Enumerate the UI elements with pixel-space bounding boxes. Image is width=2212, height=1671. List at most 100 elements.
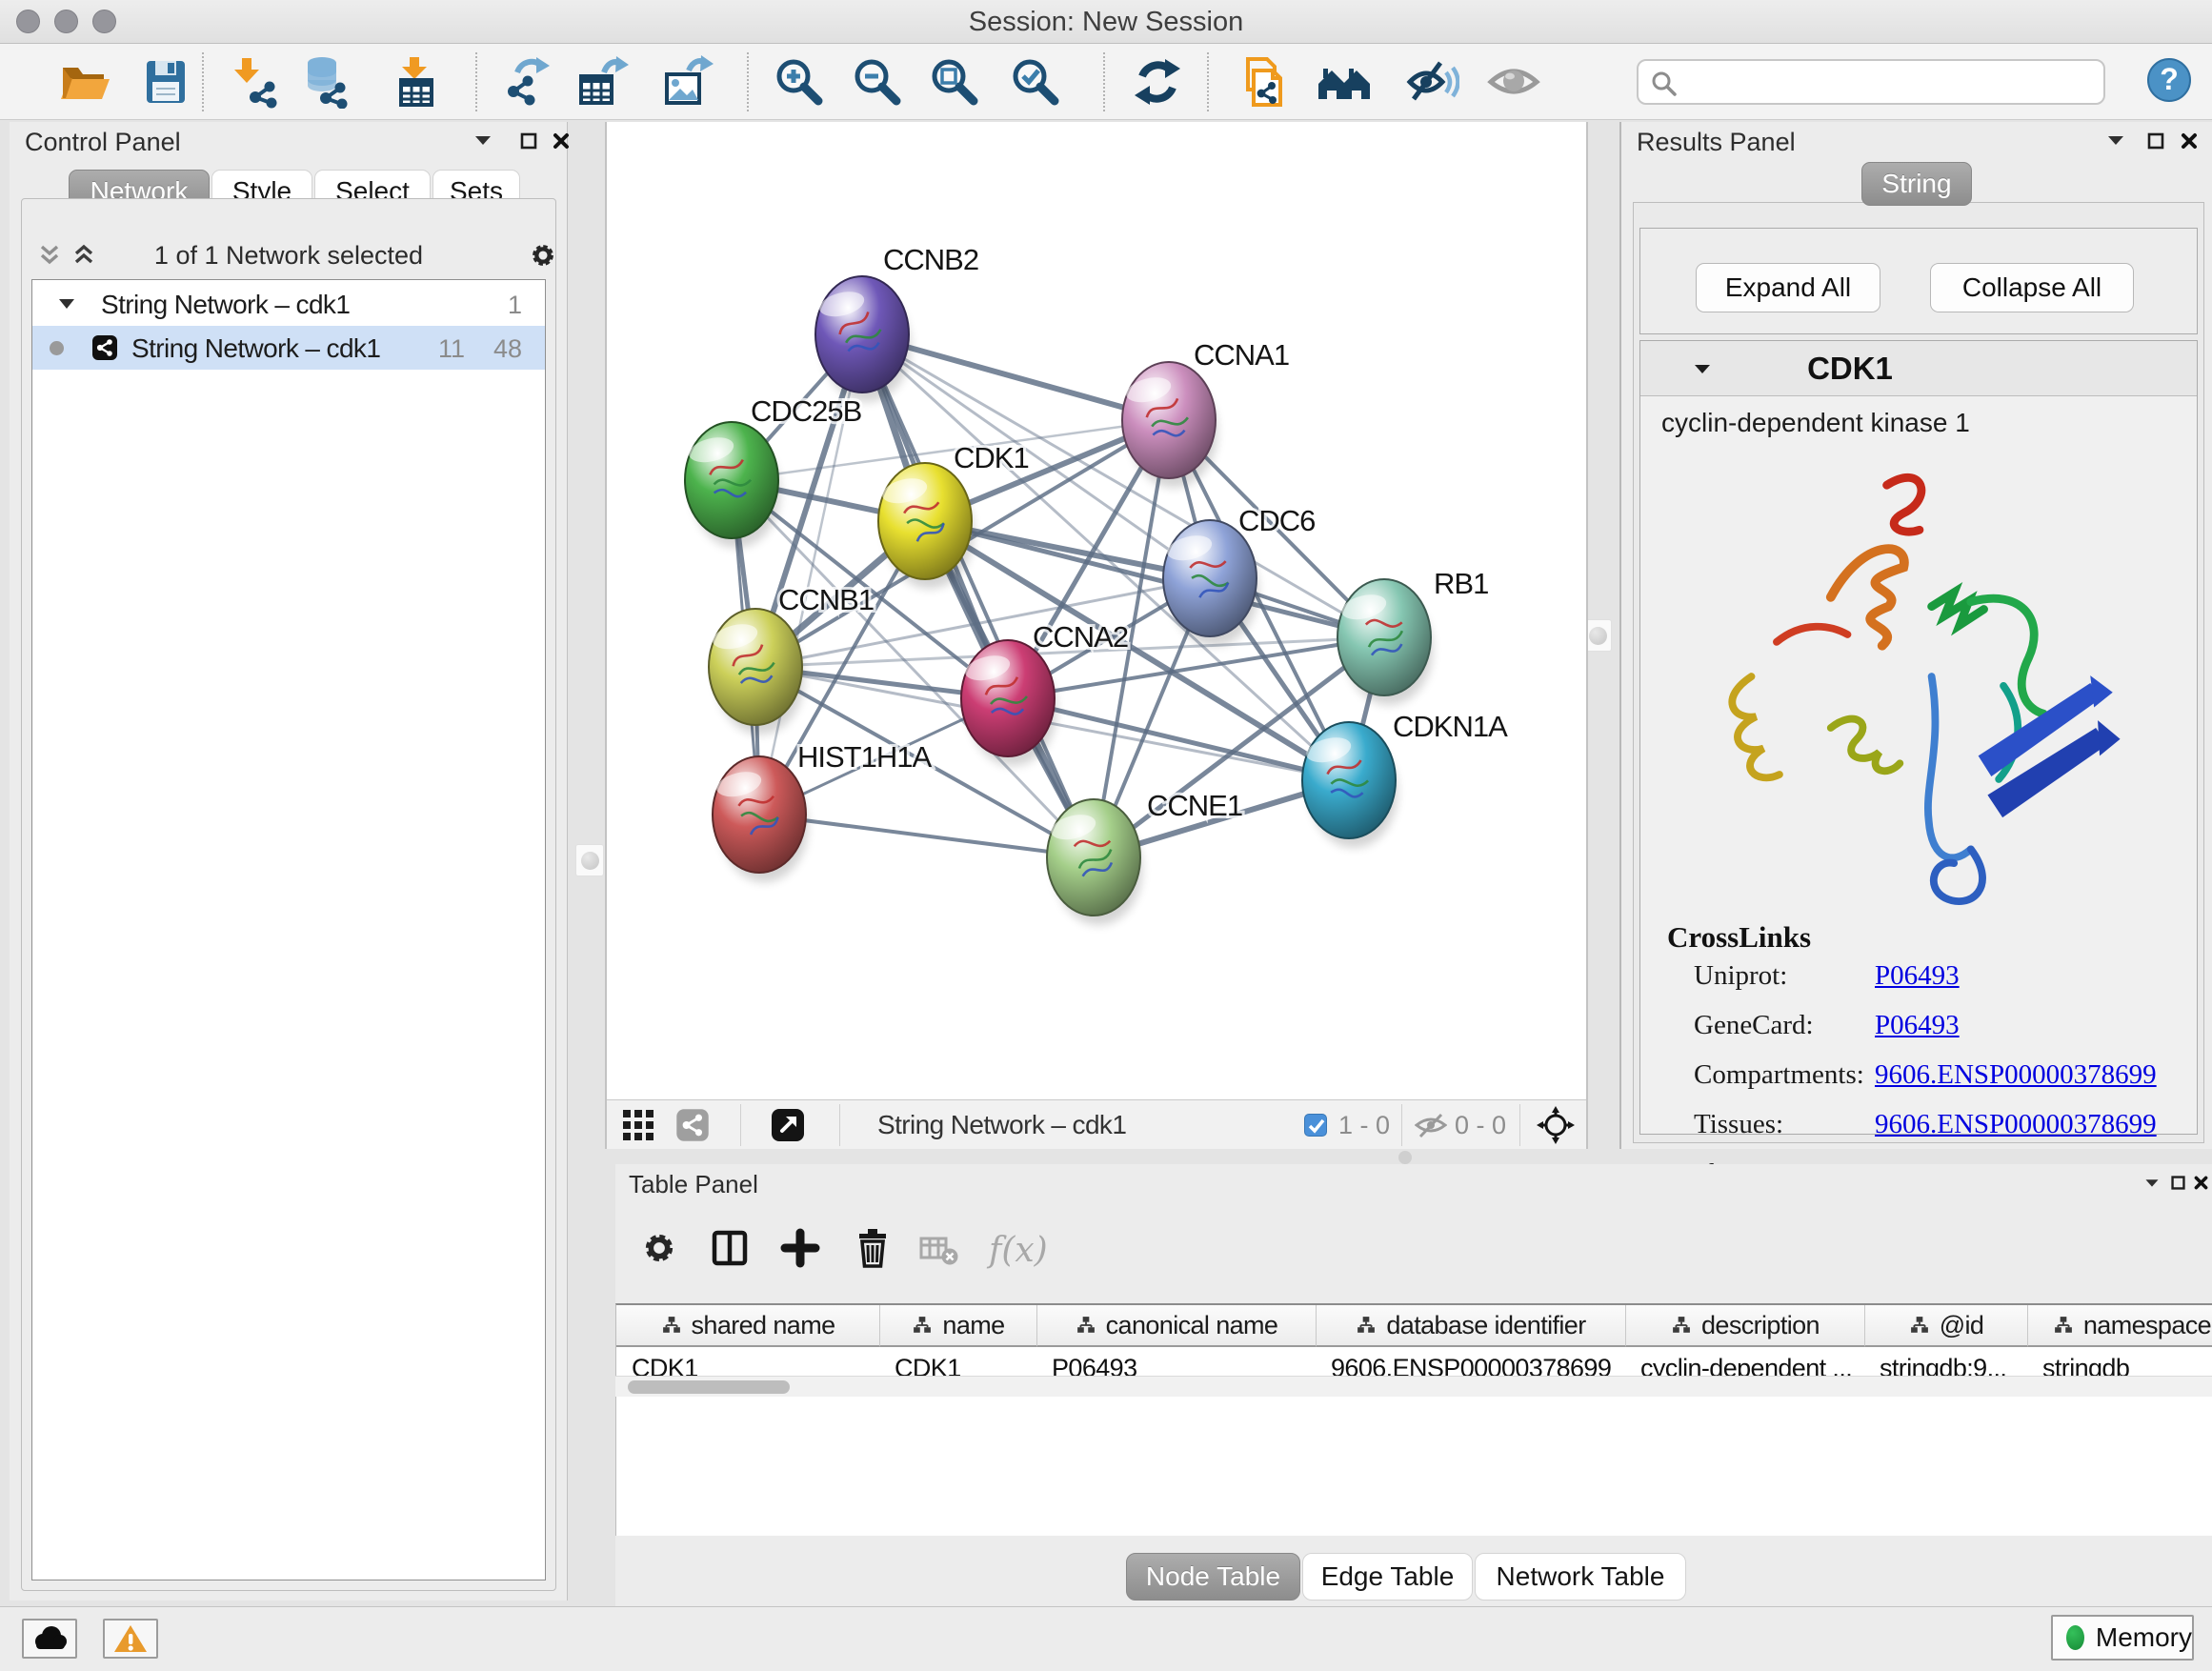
table-horizontal-scrollbar[interactable] [615, 1376, 2212, 1397]
column-header-id[interactable]: @id [1864, 1305, 2027, 1347]
open-session-icon[interactable] [58, 55, 111, 109]
network-row-label: String Network – cdk1 [131, 333, 380, 364]
toolbar-separator [475, 52, 477, 111]
search-input[interactable] [1688, 66, 2096, 98]
left-splitter-handle[interactable] [575, 844, 604, 876]
show-all-icon[interactable] [1487, 55, 1540, 109]
show-columns-icon[interactable] [709, 1227, 754, 1273]
panel-menu-icon[interactable] [2105, 131, 2126, 149]
node-label: CDK1 [954, 441, 1029, 474]
memory-button[interactable]: Memory [2051, 1615, 2194, 1661]
panel-float-icon[interactable] [2170, 1175, 2186, 1191]
export-table-icon[interactable] [575, 55, 629, 109]
zoom-fit-icon[interactable] [928, 55, 981, 109]
delete-column-trash-icon[interactable] [852, 1227, 897, 1273]
section-collapse-icon[interactable] [1692, 360, 1713, 377]
panel-menu-icon[interactable] [2143, 1176, 2161, 1190]
import-network-icon[interactable] [229, 55, 282, 109]
gene-section-header[interactable]: CDK1 [1640, 341, 2197, 396]
main-toolbar: ? [0, 44, 2212, 120]
crosslink-link[interactable]: 9606.ENSP00000378699 [1875, 1109, 2157, 1140]
new-network-from-selection-icon[interactable] [1237, 55, 1290, 109]
expand-all-button[interactable]: Expand All [1696, 263, 1880, 312]
crosslink-row: Tissues: 9606.ENSP00000378699 [1694, 1109, 2180, 1147]
detach-view-icon[interactable] [771, 1108, 805, 1142]
crosslink-link[interactable]: P06493 [1875, 1010, 1960, 1041]
column-header-namespace[interactable]: namespace [2027, 1305, 2212, 1347]
tab-network-table[interactable]: Network Table [1475, 1553, 1686, 1601]
column-header-name[interactable]: name [879, 1305, 1036, 1347]
status-bar: Memory [0, 1606, 2212, 1671]
hidden-counts: 0 - 0 [1455, 1100, 1506, 1150]
column-header-databaseidentifier[interactable]: database identifier [1316, 1305, 1625, 1347]
network-node-cdk1[interactable]: CDK1 [878, 441, 1029, 589]
tab-string[interactable]: String [1861, 162, 1972, 206]
bottom-splitter-handle[interactable] [1398, 1151, 1412, 1164]
collapse-all-button[interactable]: Collapse All [1930, 263, 2134, 312]
tree-expander-icon[interactable] [57, 296, 76, 312]
tab-edge-table[interactable]: Edge Table [1302, 1553, 1473, 1601]
network-node-hist1h1a[interactable]: HIST1H1A [713, 740, 932, 882]
column-header-canonicalname[interactable]: canonical name [1036, 1305, 1316, 1347]
network-edge[interactable] [862, 334, 1094, 857]
panel-menu-icon[interactable] [473, 131, 493, 149]
column-header-label: @id [1940, 1311, 1984, 1340]
hide-selected-icon[interactable] [1406, 55, 1459, 109]
tab-node-table[interactable]: Node Table [1126, 1553, 1300, 1601]
toolbar-separator [1103, 52, 1105, 111]
zoom-selected-icon[interactable] [1009, 55, 1062, 109]
panel-float-icon[interactable] [519, 131, 538, 151]
results-panel-header: Results Panel [1621, 122, 2212, 160]
panel-close-icon[interactable] [552, 131, 571, 151]
add-column-icon[interactable] [779, 1227, 825, 1273]
export-image-icon[interactable] [660, 55, 714, 109]
network-canvas[interactable]: CCNB2CCNA1CDC25BCDK1CDC6RB1CCNB1CCNA2CDK… [607, 122, 1586, 1099]
network-row-selected[interactable]: String Network – cdk1 11 48 [32, 326, 545, 370]
scrollbar-thumb[interactable] [628, 1380, 790, 1394]
network-edge[interactable] [1008, 698, 1349, 780]
network-node-ccne1[interactable]: CCNE1 [1047, 789, 1242, 925]
hidden-eye-icon [1415, 1113, 1447, 1138]
import-database-icon[interactable] [301, 55, 354, 109]
column-header-description[interactable]: description [1625, 1305, 1864, 1347]
table-settings-gear-icon[interactable] [638, 1227, 684, 1273]
grid-view-icon[interactable] [622, 1109, 654, 1141]
string-view-icon[interactable] [675, 1108, 710, 1142]
panel-close-icon[interactable] [2180, 131, 2199, 151]
string-results-container: Expand All Collapse All CDK1 cyclin-depe… [1633, 202, 2204, 1143]
window-titlebar: Session: New Session [0, 0, 2212, 44]
memory-status-icon [2066, 1625, 2084, 1650]
column-header-sharedname[interactable]: shared name [616, 1305, 879, 1347]
import-table-icon[interactable] [389, 55, 442, 109]
apply-layout-icon[interactable] [1131, 55, 1184, 109]
network-node-cdkn1a[interactable]: CDKN1A [1302, 710, 1508, 848]
network-node-ccnb2[interactable]: CCNB2 [815, 243, 978, 402]
network-node-rb1[interactable]: RB1 [1337, 567, 1488, 705]
network-selection-row: 1 of 1 Network selected [22, 233, 555, 279]
birdseye-icon[interactable] [1537, 1106, 1575, 1144]
first-neighbors-icon[interactable] [1317, 55, 1371, 109]
network-node-cdc6[interactable]: CDC6 [1163, 504, 1315, 646]
network-node-ccna1[interactable]: CCNA1 [1122, 338, 1289, 488]
cloud-icon[interactable] [22, 1619, 77, 1659]
panel-close-icon[interactable] [2193, 1175, 2209, 1191]
network-edge[interactable] [759, 815, 1094, 857]
save-session-icon[interactable] [139, 55, 192, 109]
column-header-label: name [942, 1311, 1004, 1340]
crosslink-link[interactable]: P06493 [1875, 960, 1960, 992]
network-view-footer: String Network – cdk1 1 - 0 0 - 0 [607, 1099, 1586, 1149]
warning-icon[interactable] [103, 1619, 158, 1659]
selected-nodes-checkbox[interactable] [1304, 1114, 1327, 1137]
help-icon[interactable]: ? [2147, 58, 2191, 102]
crosslink-link[interactable]: 9606.ENSP00000378699 [1875, 1059, 2157, 1091]
zoom-out-icon[interactable] [851, 55, 904, 109]
network-collection-row[interactable]: String Network – cdk1 1 [32, 282, 545, 326]
export-network-icon[interactable] [498, 55, 552, 109]
zoom-in-icon[interactable] [773, 55, 826, 109]
network-edge-count: 48 [493, 334, 522, 364]
string-app-icon [91, 334, 118, 361]
toolbar-separator [1207, 52, 1209, 111]
crosslink-row: GeneCard: P06493 [1694, 1010, 2180, 1048]
panel-float-icon[interactable] [2146, 131, 2165, 151]
network-options-gear-icon[interactable] [527, 239, 559, 272]
